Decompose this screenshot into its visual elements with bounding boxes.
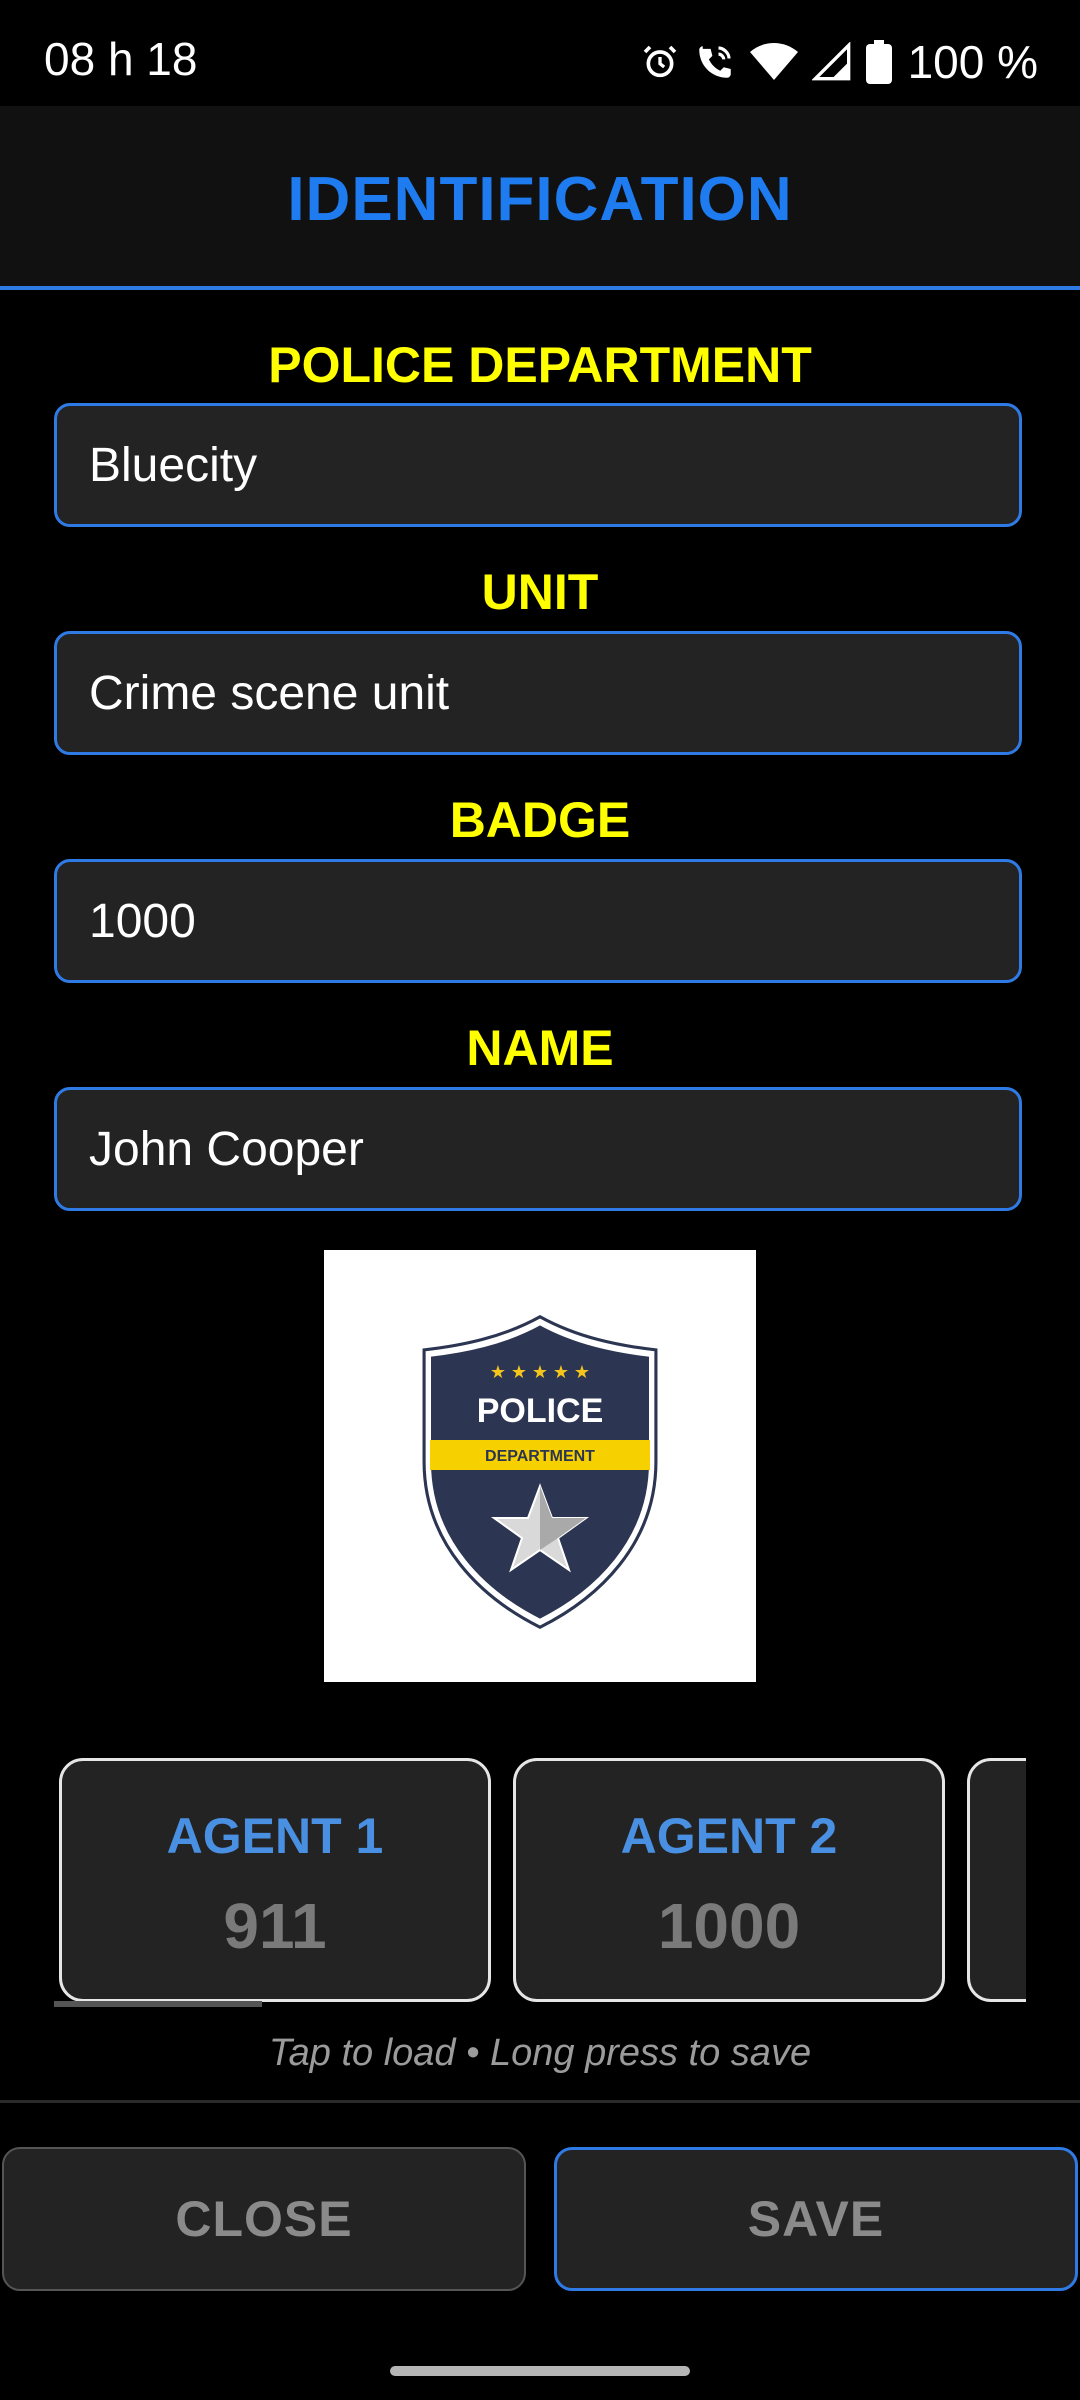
alarm-icon [640, 42, 680, 82]
logo-police-text: POLICE [477, 1392, 604, 1430]
wifi-calling-icon [694, 41, 736, 83]
save-button[interactable]: SAVE [554, 2147, 1078, 2291]
svg-text:★: ★ [553, 1362, 569, 1383]
close-button[interactable]: CLOSE [2, 2147, 526, 2291]
unit-input[interactable] [57, 634, 1019, 752]
carousel-scroll-indicator [54, 2001, 262, 2007]
home-indicator[interactable] [390, 2366, 690, 2376]
name-field-container [54, 1087, 1022, 1211]
agent-presets-carousel[interactable]: AGENT 1 911 AGENT 2 1000 [54, 1758, 1026, 2008]
department-label: POLICE DEPARTMENT [268, 337, 812, 393]
wifi-icon [749, 42, 798, 82]
carousel-hint: Tap to load • Long press to save [268, 2032, 812, 2074]
badge-label: BADGE [449, 792, 631, 848]
page-title: IDENTIFICATION [287, 165, 793, 234]
name-label: NAME [466, 1020, 614, 1076]
svg-text:★: ★ [511, 1362, 527, 1383]
agent-card-badge: 1000 [657, 1890, 801, 1962]
unit-label: UNIT [481, 564, 599, 620]
battery-percentage: 100 % [907, 36, 1038, 88]
department-input[interactable] [57, 406, 1019, 524]
agent-card-badge: 911 [223, 1890, 327, 1962]
status-bar: 08 h 18 100 % [0, 0, 1080, 106]
department-logo-image[interactable]: ★ ★ ★ ★ ★ POLICE DEPARTMENT [324, 1250, 756, 1682]
status-time: 08 h 18 [44, 33, 198, 85]
name-input[interactable] [57, 1090, 1019, 1208]
agent-card-2[interactable]: AGENT 2 1000 [513, 1758, 945, 2002]
department-field-container [54, 403, 1022, 527]
signal-icon [811, 42, 852, 82]
agent-card-3[interactable] [967, 1758, 1026, 2002]
svg-text:★: ★ [574, 1362, 590, 1383]
badge-input[interactable] [57, 862, 1019, 980]
svg-text:★: ★ [532, 1362, 548, 1383]
badge-field-container [54, 859, 1022, 983]
divider [0, 2100, 1080, 2103]
logo-department-text: DEPARTMENT [485, 1448, 595, 1465]
agent-card-name: AGENT 1 [166, 1808, 384, 1864]
svg-text:★: ★ [490, 1362, 506, 1383]
agent-card-name: AGENT 2 [620, 1808, 838, 1864]
status-icons: 100 % [640, 32, 1038, 92]
app-header: IDENTIFICATION [0, 106, 1080, 290]
agent-card-1[interactable]: AGENT 1 911 [59, 1758, 491, 2002]
battery-icon [865, 40, 892, 84]
police-shield-icon: ★ ★ ★ ★ ★ POLICE DEPARTMENT [422, 1314, 658, 1629]
unit-field-container [54, 631, 1022, 755]
